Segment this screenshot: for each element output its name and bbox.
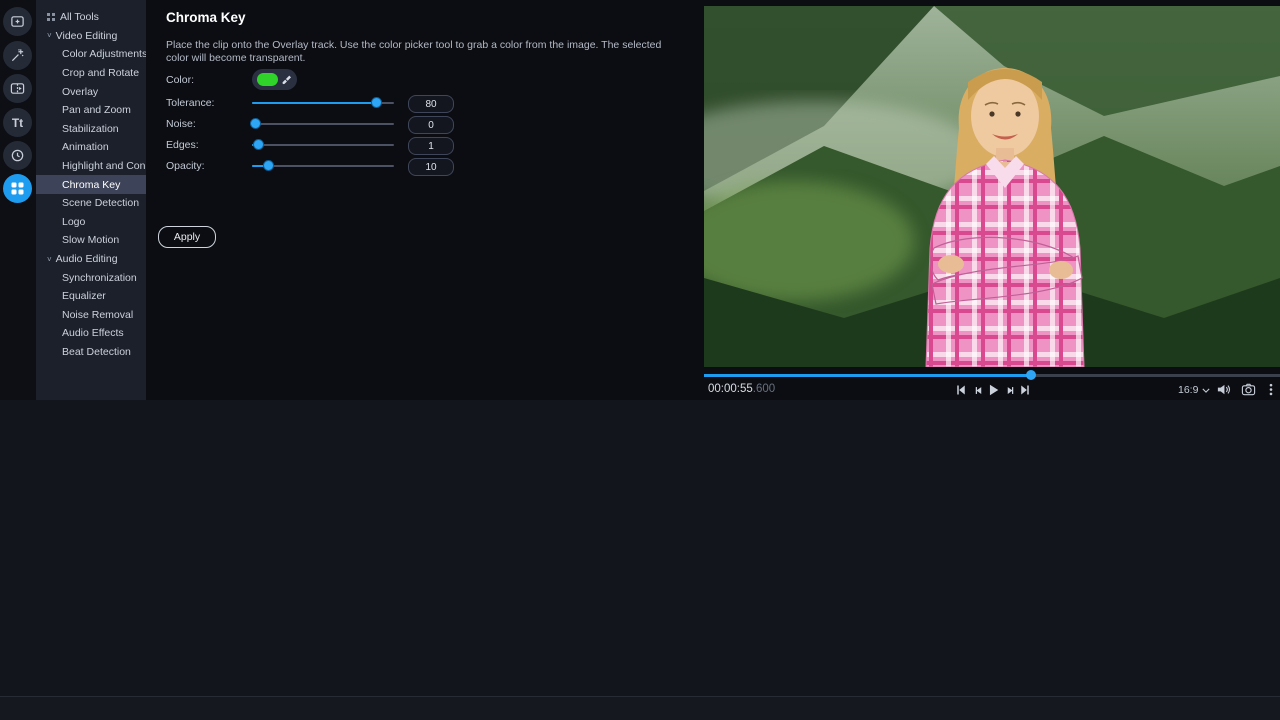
tool-item-label: Slow Motion xyxy=(62,234,120,247)
tool-item-label: Audio Editing xyxy=(55,253,118,266)
preview-frame xyxy=(704,6,1280,367)
tolerance-slider[interactable] xyxy=(252,97,394,109)
apply-button[interactable]: Apply xyxy=(158,226,216,248)
speaker-icon[interactable] xyxy=(1216,382,1231,397)
chroma-key-panel: Chroma Key Place the clip onto the Overl… xyxy=(146,0,704,400)
tool-item-equalizer[interactable]: Equalizer xyxy=(36,287,146,306)
tool-item-color-adjustments[interactable]: Color Adjustments xyxy=(36,45,148,64)
camera-icon[interactable] xyxy=(1241,382,1256,397)
slider-thumb[interactable] xyxy=(249,118,261,129)
tool-item-audio-editing[interactable]: ˅ Audio Editing xyxy=(36,250,146,269)
edges-value[interactable]: 1 xyxy=(408,137,454,155)
chevron-down-icon: ˅ xyxy=(47,254,52,264)
tool-item-label: Scene Detection xyxy=(62,197,140,210)
chevron-down-icon xyxy=(1202,388,1211,393)
tool-item-slow-motion[interactable]: Slow Motion xyxy=(36,231,146,250)
chevron-down-icon: ˅ xyxy=(47,31,52,41)
kebab-menu-icon[interactable] xyxy=(1264,382,1278,397)
slider-label: Edges: xyxy=(166,139,199,151)
more-tools-icon[interactable] xyxy=(3,174,32,203)
color-picker[interactable] xyxy=(252,69,297,90)
tool-item-animation[interactable]: Animation xyxy=(36,138,146,157)
panel-description: Place the clip onto the Overlay track. U… xyxy=(166,39,662,64)
tool-list: All Tools ˅ Video Editing Color Adjustments… xyxy=(36,8,165,362)
seek-thumb[interactable] xyxy=(1026,370,1037,380)
tool-item-label: Crop and Rotate xyxy=(62,67,140,80)
transitions-icon[interactable] xyxy=(3,74,32,103)
tool-item-label: Synchronization xyxy=(62,271,137,284)
tool-item-label: All Tools xyxy=(60,11,99,24)
noise-value[interactable]: 0 xyxy=(408,116,454,134)
slider-thumb[interactable] xyxy=(262,160,274,171)
tool-item-pan-and-zoom[interactable]: Pan and Zoom xyxy=(36,101,146,120)
tool-item-label: Logo xyxy=(62,215,86,228)
skip-end-icon[interactable] xyxy=(1017,382,1033,398)
color-label: Color: xyxy=(166,74,195,86)
seek-bar[interactable] xyxy=(704,370,1280,381)
tool-item-video-editing[interactable]: ˅ Video Editing xyxy=(36,27,146,46)
status-bar: Scale: Project length: 01:37 Notificatio… xyxy=(0,696,1280,720)
tool-item-label: Beat Detection xyxy=(62,345,131,358)
color-swatch[interactable] xyxy=(257,73,278,86)
magic-wand-icon[interactable] xyxy=(3,41,32,70)
slider-label: Tolerance: xyxy=(166,97,215,109)
add-media-icon[interactable] xyxy=(3,7,32,36)
tool-item-label: Chroma Key xyxy=(62,178,121,191)
tool-item-crop-and-rotate[interactable]: Crop and Rotate xyxy=(36,64,146,83)
tool-item-label: Audio Effects xyxy=(62,327,124,340)
prev-frame-icon[interactable] xyxy=(970,382,986,398)
aspect-ratio-dropdown[interactable]: 16:9 xyxy=(1178,384,1211,396)
tool-item-overlay[interactable]: Overlay xyxy=(36,82,146,101)
tool-item-label: Stabilization xyxy=(62,122,119,135)
tool-item-label: Color Adjustments xyxy=(62,48,148,61)
tool-item-label: Equalizer xyxy=(62,290,106,303)
opacity-value[interactable]: 10 xyxy=(408,158,454,176)
panel-title: Chroma Key xyxy=(166,10,246,25)
tolerance-value[interactable]: 80 xyxy=(408,95,454,113)
slider-thumb[interactable] xyxy=(370,97,382,108)
skip-start-icon[interactable] xyxy=(953,382,969,398)
opacity-slider[interactable] xyxy=(252,160,394,172)
left-rail: Tt xyxy=(0,0,36,400)
all-tools-grid-icon xyxy=(47,13,55,22)
video-preview xyxy=(704,6,1280,367)
eyedropper-icon[interactable] xyxy=(281,74,292,86)
tool-item-label: Noise Removal xyxy=(62,308,134,321)
noise-slider[interactable] xyxy=(249,118,394,130)
tool-item-beat-detection[interactable]: Beat Detection xyxy=(36,343,146,362)
tool-item-all-tools[interactable]: All Tools xyxy=(36,8,146,27)
tool-item-logo[interactable]: Logo xyxy=(36,213,146,232)
tool-item-chroma-key[interactable]: Chroma Key xyxy=(36,175,146,194)
tool-item-label: Overlay xyxy=(62,85,99,98)
playback-time: 00:00:55.600 xyxy=(708,383,776,395)
slider-label: Opacity: xyxy=(166,160,205,172)
tool-item-synchronization[interactable]: Synchronization xyxy=(36,268,146,287)
timeline-section: Export 00:00:0000:00:0500:00:1000:00:150… xyxy=(0,400,1280,696)
tool-item-label: Animation xyxy=(62,141,109,154)
clock-icon[interactable] xyxy=(3,141,32,170)
video-editor-window: Tt All Tools ˅ Video Editing Color Adjustme… xyxy=(0,0,1280,720)
tools-panel: All Tools ˅ Video Editing Color Adjustments… xyxy=(36,0,165,400)
titles-icon[interactable]: Tt xyxy=(3,108,32,137)
tool-item-scene-detection[interactable]: Scene Detection xyxy=(36,194,146,213)
tool-item-stabilization[interactable]: Stabilization xyxy=(36,120,146,139)
play-icon[interactable] xyxy=(985,382,1001,398)
edges-slider[interactable] xyxy=(252,139,394,151)
tool-item-label: Video Editing xyxy=(55,29,118,42)
tool-item-label: Pan and Zoom xyxy=(62,104,131,117)
slider-label: Noise: xyxy=(166,118,196,130)
tool-item-noise-removal[interactable]: Noise Removal xyxy=(36,306,146,325)
next-frame-icon[interactable] xyxy=(1002,382,1018,398)
tool-item-highlight-and-conceal[interactable]: Highlight and Conceal xyxy=(36,157,165,176)
slider-thumb[interactable] xyxy=(252,139,264,150)
tool-item-audio-effects[interactable]: Audio Effects xyxy=(36,324,146,343)
